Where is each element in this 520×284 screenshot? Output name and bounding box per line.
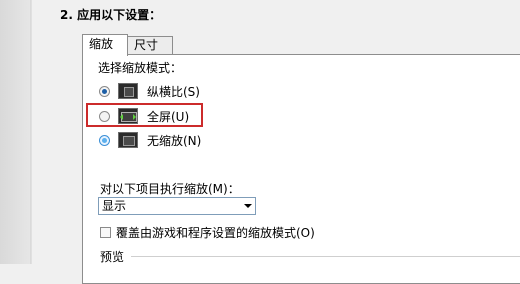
scaling-target-select[interactable]: 显示 (98, 197, 256, 215)
radio-label-no-scaling: 无缩放(N) (147, 133, 202, 148)
tab-size[interactable]: 尺寸 (127, 36, 173, 54)
override-option[interactable]: 覆盖由游戏和程序设置的缩放模式(O) (100, 224, 315, 241)
preview-divider (131, 256, 520, 257)
tab-scaling[interactable]: 缩放 (82, 34, 128, 56)
scaling-target-label: 对以下项目执行缩放(M)： (100, 182, 240, 196)
aspect-ratio-icon (118, 83, 138, 99)
no-scaling-icon (118, 132, 138, 148)
scaling-target-value: 显示 (102, 199, 127, 213)
chevron-down-icon (244, 204, 252, 208)
highlight-box (86, 103, 203, 127)
section-title: 2. 应用以下设置： (60, 8, 162, 22)
override-label: 覆盖由游戏和程序设置的缩放模式(O) (116, 226, 315, 240)
radio-label-aspect-ratio: 纵横比(S) (147, 84, 200, 99)
radio-button-no-scaling[interactable] (99, 134, 110, 146)
left-panel-strip (0, 0, 32, 264)
preview-label: 预览 (100, 250, 125, 264)
radio-option-aspect-ratio[interactable]: 纵横比(S) (99, 79, 200, 103)
scaling-mode-label: 选择缩放模式： (98, 61, 183, 75)
radio-button-aspect-ratio[interactable] (99, 85, 110, 97)
radio-option-no-scaling[interactable]: 无缩放(N) (99, 128, 201, 152)
override-checkbox[interactable] (100, 227, 111, 238)
